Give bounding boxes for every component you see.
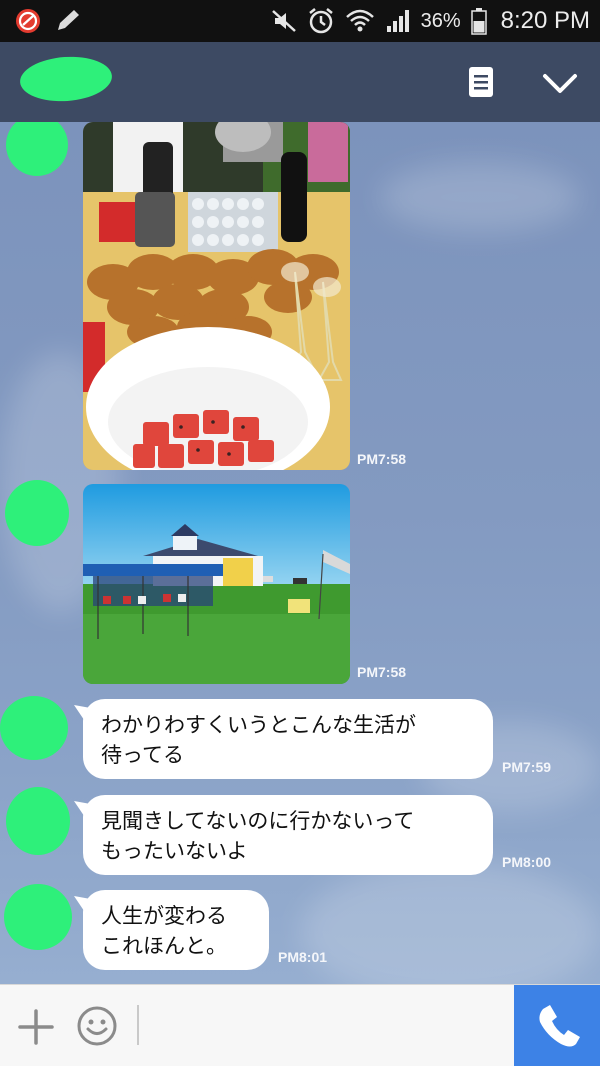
message-line: 待ってる [101, 743, 184, 767]
message-time: PM8:01 [278, 949, 328, 965]
status-bar: 36% 8:20 PM [0, 0, 600, 42]
message-line: これほんと。 [101, 934, 227, 958]
message-input-bar [0, 984, 600, 1066]
message-bubble[interactable]: 人生が変わる これほんと。 [83, 890, 269, 970]
battery-percent: 36% [420, 9, 461, 32]
sender-avatar[interactable] [5, 480, 69, 546]
house-lawn-image [83, 484, 350, 684]
message-photo[interactable] [83, 122, 350, 470]
plus-icon[interactable] [16, 1007, 56, 1047]
message-time: PM8:00 [502, 854, 552, 870]
call-button[interactable] [514, 985, 600, 1066]
chat-area[interactable]: PM7:58 PM7:58 わかりわすくいうとこんな生活が 待ってる PM7:5… [0, 122, 600, 984]
message-time: PM7:59 [502, 759, 552, 775]
message-time: PM7:58 [357, 451, 407, 467]
app-red-icon [16, 9, 40, 33]
sender-avatar[interactable] [6, 122, 68, 176]
message-line: わかりわすくいうとこんな生活が [101, 713, 416, 737]
mute-icon [271, 10, 296, 32]
wifi-icon [345, 9, 374, 32]
food-table-image [83, 122, 350, 470]
menu-icon[interactable] [466, 64, 496, 100]
status-right: 36% 8:20 PM [271, 0, 590, 42]
alarm-icon [308, 8, 333, 34]
chat-header [0, 42, 600, 122]
message-bubble[interactable]: わかりわすくいうとこんな生活が 待ってる [83, 699, 493, 779]
pencil-icon [58, 10, 79, 30]
status-left-icons [16, 9, 79, 33]
message-bubble[interactable]: 見聞きしてないのに行かないって もったいないよ [83, 795, 493, 875]
phone-icon [539, 1005, 580, 1047]
message-line: 見聞きしてないのに行かないって [101, 809, 415, 833]
message-input[interactable] [137, 1005, 139, 1045]
emoji-icon[interactable] [76, 1005, 118, 1047]
sender-avatar[interactable] [0, 696, 68, 760]
message-line: もったいないよ [101, 839, 248, 863]
sender-avatar[interactable] [4, 884, 72, 950]
message-time: PM7:58 [357, 664, 407, 680]
message-photo[interactable] [83, 484, 350, 684]
sender-avatar[interactable] [6, 787, 70, 855]
chevron-down-icon[interactable] [540, 66, 580, 100]
signal-icon [386, 10, 409, 32]
redacted-contact-name [18, 53, 114, 105]
message-line: 人生が変わる [101, 904, 227, 928]
clock-time: 8:20 PM [500, 7, 590, 34]
battery-icon [470, 8, 487, 35]
